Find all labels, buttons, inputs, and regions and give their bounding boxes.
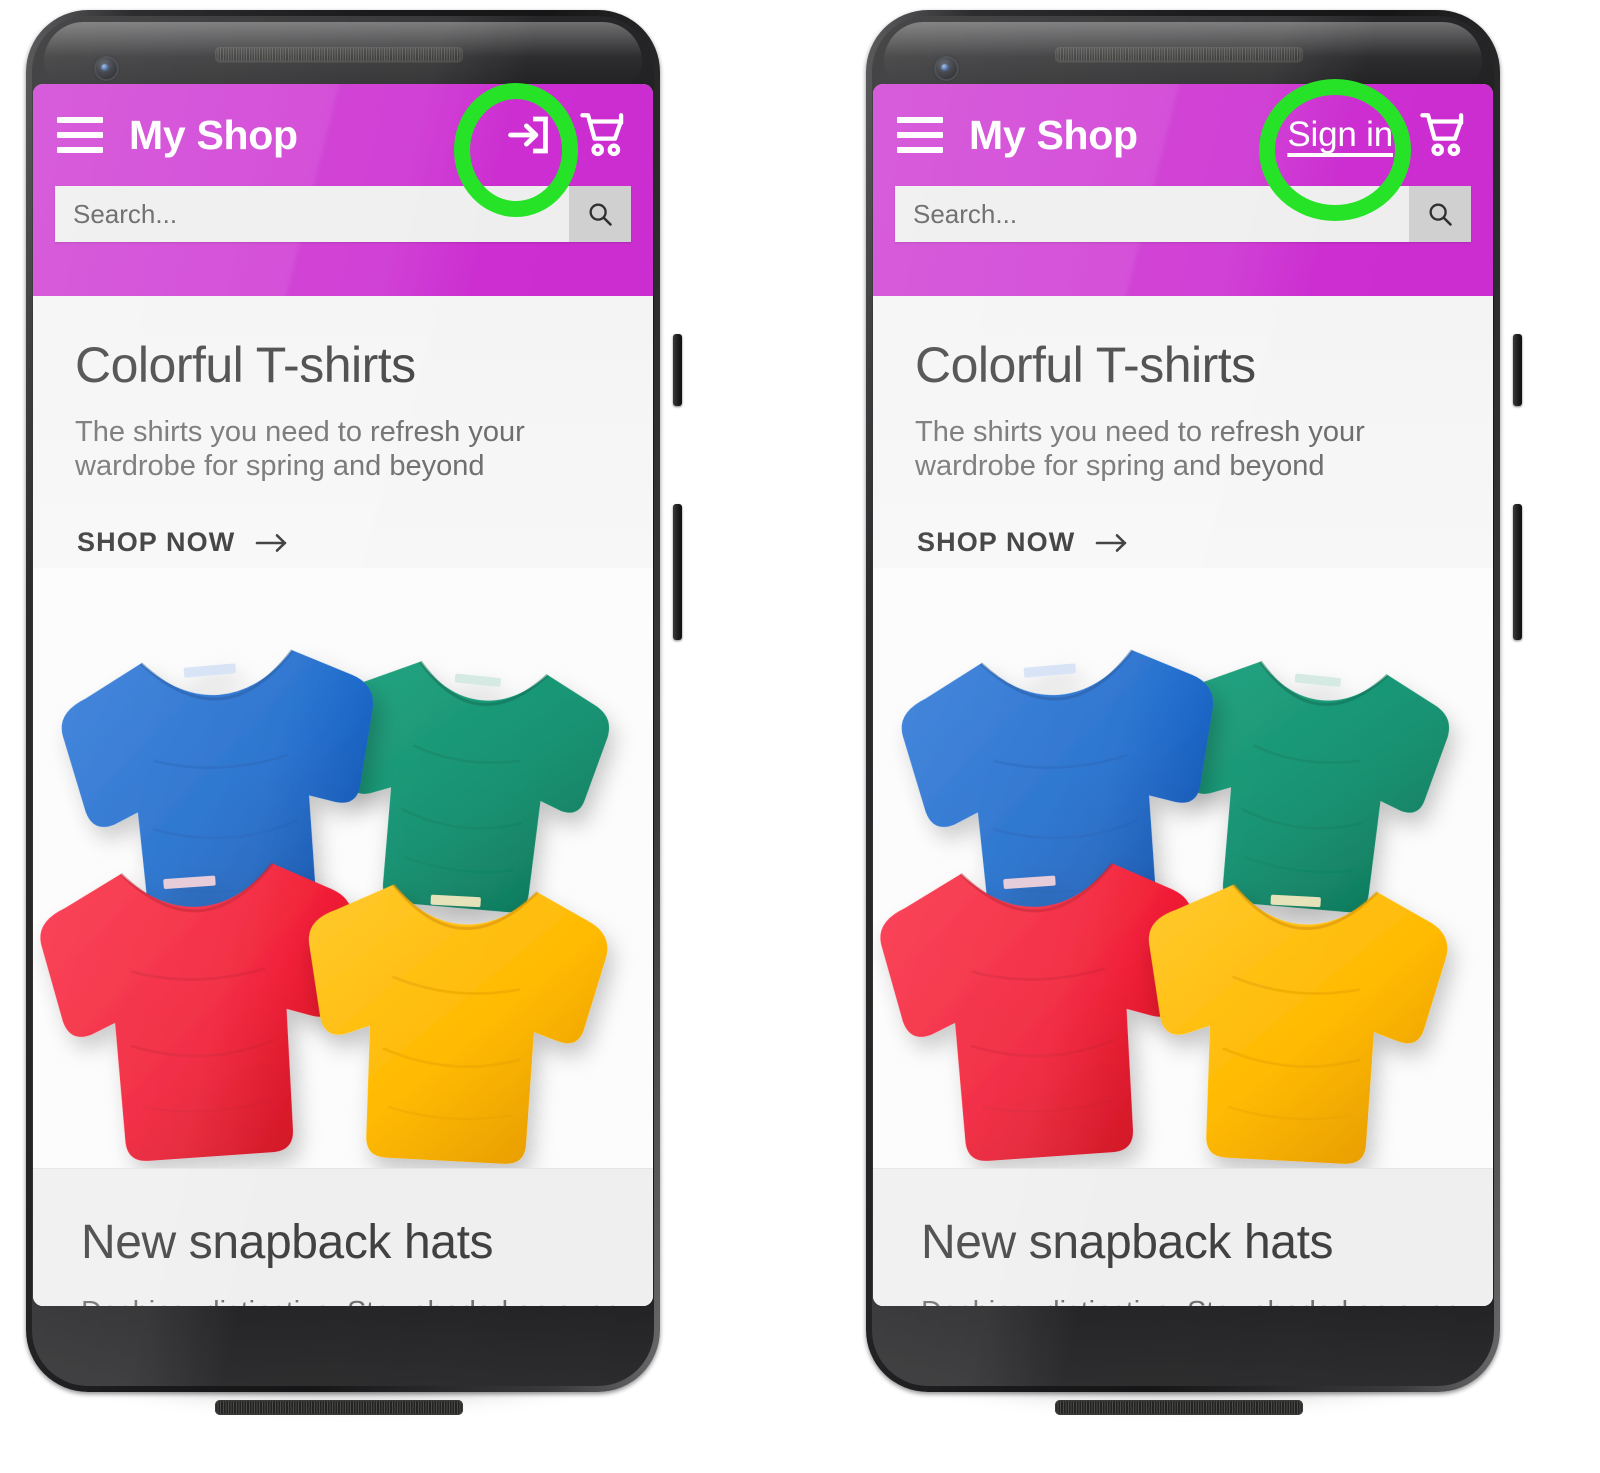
tshirts-illustration xyxy=(873,568,1493,1169)
shop-now-button[interactable]: SHOP NOW xyxy=(917,527,1129,558)
front-camera-icon xyxy=(94,56,119,81)
search-submit-button[interactable] xyxy=(569,186,631,242)
hero-subtitle: The shirts you need to refresh your ward… xyxy=(75,416,525,482)
power-button[interactable] xyxy=(673,334,682,406)
shop-now-label: SHOP NOW xyxy=(917,527,1076,558)
phone-right: My Shop Sign in Search... Colorful T-shi… xyxy=(848,4,1522,1447)
hamburger-menu-icon[interactable] xyxy=(57,117,103,153)
app-bar-row: My Shop Sign in xyxy=(873,84,1493,186)
search-bar xyxy=(55,186,631,242)
sign-in-link[interactable]: Sign in xyxy=(1285,115,1395,155)
search-submit-button[interactable] xyxy=(1409,186,1471,242)
app-bar: My Shop xyxy=(33,84,653,296)
brand-title: My Shop xyxy=(969,111,1138,158)
hero-image-tshirts xyxy=(873,568,1493,1169)
shop-now-label: SHOP NOW xyxy=(77,527,236,558)
earpiece-speaker-grille xyxy=(215,47,463,62)
search-bar xyxy=(895,186,1471,242)
phone-screen-left: My Shop Search... Colorful T-shirts The … xyxy=(33,84,653,1306)
hero-image-tshirts xyxy=(33,568,653,1169)
cart-button[interactable] xyxy=(1417,108,1471,162)
hero-subtitle: The shirts you need to refresh your ward… xyxy=(915,416,1365,482)
snapback-section: New snapback hats Dashing, distinctive. … xyxy=(873,1169,1493,1306)
volume-rocker-button[interactable] xyxy=(1513,504,1522,640)
app-bar: My Shop Sign in xyxy=(873,84,1493,296)
hero-title: Colorful T-shirts xyxy=(915,337,1256,393)
hero-title: Colorful T-shirts xyxy=(75,337,416,393)
snapback-subtitle: Dashing, distinctive. Stay shaded on sun… xyxy=(921,1296,1474,1306)
cart-button[interactable] xyxy=(577,108,631,162)
login-icon-button[interactable] xyxy=(503,109,555,161)
snapback-title: New snapback hats xyxy=(921,1216,1334,1270)
brand-title: My Shop xyxy=(129,111,298,158)
arrow-right-icon xyxy=(1096,533,1127,552)
bottom-speaker-grille xyxy=(1055,1400,1303,1415)
tshirts-illustration xyxy=(33,568,653,1169)
app-bar-row: My Shop xyxy=(33,84,653,186)
snapback-subtitle: Dashing, distinctive. Stay shaded on sun… xyxy=(81,1296,634,1306)
phone-screen-right: My Shop Sign in Search... Colorful T-shi… xyxy=(873,84,1493,1306)
snapback-title: New snapback hats xyxy=(81,1216,494,1270)
bottom-speaker-grille xyxy=(215,1400,463,1415)
phone-left: My Shop Search... Colorful T-shirts The … xyxy=(8,4,682,1447)
page-content: Colorful T-shirts The shirts you need to… xyxy=(33,296,653,1306)
search-input[interactable] xyxy=(55,186,569,242)
hero-section: Colorful T-shirts The shirts you need to… xyxy=(873,296,1493,1169)
hamburger-menu-icon[interactable] xyxy=(897,117,943,153)
hero-section: Colorful T-shirts The shirts you need to… xyxy=(33,296,653,1169)
search-icon xyxy=(1429,203,1452,226)
shopping-cart-icon xyxy=(580,113,624,157)
front-camera-icon xyxy=(934,56,959,81)
earpiece-speaker-grille xyxy=(1055,47,1303,62)
app-bar-actions: Sign in xyxy=(1285,108,1471,162)
app-bar-actions xyxy=(503,108,631,162)
search-input[interactable] xyxy=(895,186,1409,242)
snapback-section: New snapback hats Dashing, distinctive. … xyxy=(33,1169,653,1306)
arrow-right-icon xyxy=(256,533,287,552)
page-content: Colorful T-shirts The shirts you need to… xyxy=(873,296,1493,1306)
power-button[interactable] xyxy=(1513,334,1522,406)
shopping-cart-icon xyxy=(1420,113,1464,157)
login-arrow-icon xyxy=(508,116,548,154)
shop-now-button[interactable]: SHOP NOW xyxy=(77,527,289,558)
search-icon xyxy=(589,203,612,226)
comparison-stage: My Shop Search... Colorful T-shirts The … xyxy=(0,0,1600,1473)
volume-rocker-button[interactable] xyxy=(673,504,682,640)
